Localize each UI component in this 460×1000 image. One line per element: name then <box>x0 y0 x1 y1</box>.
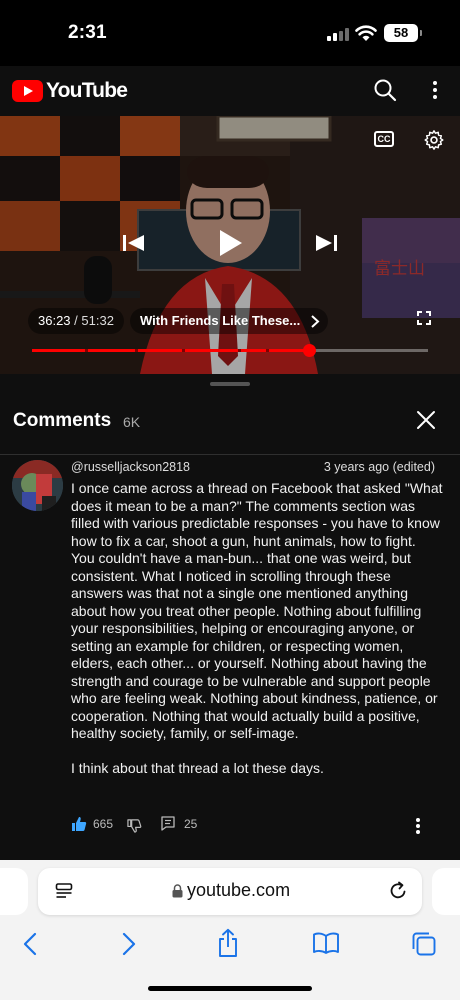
tabs-icon[interactable] <box>411 931 437 957</box>
comment-more-icon[interactable] <box>411 816 425 836</box>
page-format-icon[interactable] <box>55 882 73 900</box>
search-icon[interactable] <box>373 78 397 102</box>
comment-text: I once came across a thread on Facebook … <box>71 480 443 776</box>
video-player[interactable]: 富士山 CC 36:23 / 51:32 With Friends Like T… <box>0 116 460 374</box>
next-video-icon[interactable] <box>314 234 338 252</box>
cellular-signal-icon <box>327 28 349 41</box>
address-bar[interactable]: youtube.com <box>38 868 422 915</box>
next-tab-card[interactable] <box>432 868 460 915</box>
comments-title: Comments <box>13 410 112 431</box>
share-icon[interactable] <box>216 928 240 958</box>
chapter-marker <box>266 349 269 352</box>
wifi-icon <box>355 25 377 41</box>
time-separator: / <box>74 313 78 328</box>
reply-comment-icon <box>161 816 175 831</box>
chapter-marker <box>135 349 138 352</box>
reply-count: 25 <box>184 816 198 831</box>
safari-toolbar: youtube.com <box>0 860 460 1000</box>
browser-nav <box>0 928 460 961</box>
comment-author[interactable]: @russelljackson2818 <box>71 460 190 474</box>
avatar[interactable] <box>12 460 63 511</box>
settings-gear-icon[interactable] <box>423 129 445 151</box>
previous-tab-card[interactable] <box>0 868 28 915</box>
chapter-marker <box>182 349 185 352</box>
chapter-marker <box>238 349 241 352</box>
youtube-header: YouTube <box>0 66 460 116</box>
bookmarks-icon[interactable] <box>312 931 340 955</box>
thumbs-up-icon <box>72 817 87 831</box>
progress-bar[interactable] <box>32 344 428 357</box>
chevron-right-icon <box>311 315 320 328</box>
divider <box>0 454 460 455</box>
chapter-button[interactable]: With Friends Like These... <box>130 308 329 334</box>
like-button[interactable]: 665 <box>71 816 113 832</box>
reply-button[interactable]: 25 <box>161 816 197 831</box>
progress-scrubber[interactable] <box>303 344 316 357</box>
battery-indicator: 58 <box>384 24 422 42</box>
chapter-marker <box>85 349 88 352</box>
back-icon[interactable] <box>22 932 38 956</box>
reload-icon[interactable] <box>388 881 408 901</box>
drag-handle[interactable] <box>210 382 250 386</box>
url-text: youtube.com <box>187 880 291 900</box>
captions-button[interactable]: CC <box>374 131 394 147</box>
like-count: 665 <box>93 817 114 831</box>
previous-video-icon[interactable] <box>122 234 146 252</box>
thumbs-down-icon <box>127 819 142 833</box>
more-vert-icon[interactable] <box>425 78 445 102</box>
dislike-button[interactable] <box>127 818 142 833</box>
video-duration: 51:32 <box>81 313 114 328</box>
close-icon[interactable] <box>416 410 436 430</box>
status-bar: 2:31 58 <box>0 0 460 66</box>
youtube-logo[interactable]: YouTube <box>12 79 128 103</box>
home-indicator <box>148 986 312 991</box>
time-display: 36:23 / 51:32 <box>28 308 124 334</box>
current-time: 36:23 <box>38 313 71 328</box>
comments-panel: Comments 6K @russelljackson2818 3 years … <box>0 374 460 860</box>
comment-actions: 665 25 <box>71 816 441 838</box>
forward-icon[interactable] <box>121 932 137 956</box>
comment-timestamp: 3 years ago (edited) <box>323 460 435 474</box>
chapter-title: With Friends Like These... <box>140 313 301 328</box>
comments-count: 6K <box>123 414 141 430</box>
status-time: 2:31 <box>68 22 107 43</box>
lock-icon <box>172 884 183 898</box>
play-icon[interactable] <box>218 229 244 257</box>
youtube-play-logo-icon <box>12 80 43 102</box>
youtube-logo-text: YouTube <box>46 79 128 102</box>
fullscreen-icon[interactable] <box>417 311 431 325</box>
